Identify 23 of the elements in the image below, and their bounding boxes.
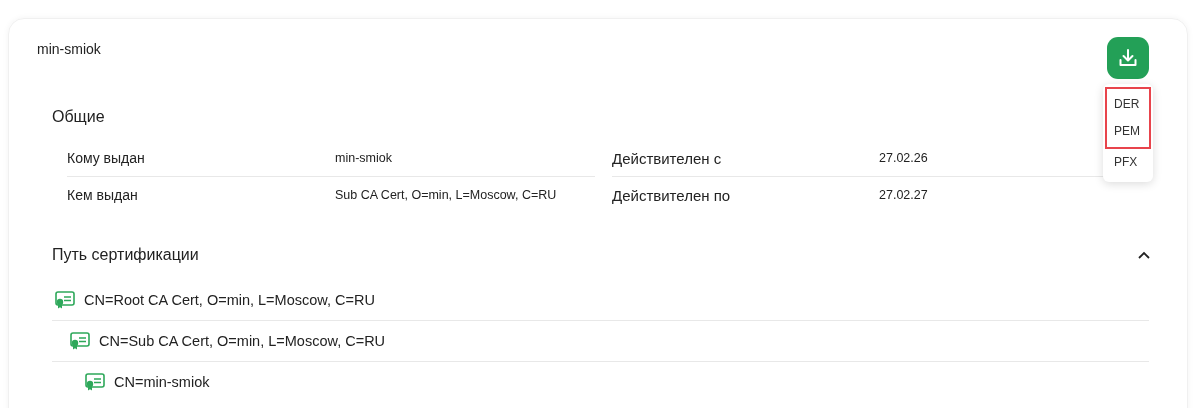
menu-item[interactable]: DER <box>1107 91 1149 118</box>
certificate-name[interactable]: CN=Root CA Cert, O=min, L=Moscow, C=RU <box>84 292 375 308</box>
field-value: 27.02.27 <box>879 188 928 202</box>
field-label: Действителен по <box>612 186 732 204</box>
field-value: min-smiok <box>335 151 392 165</box>
download-icon <box>1117 47 1139 69</box>
field-value: 27.02.26 <box>879 151 928 165</box>
field-value: Sub CA Cert, O=min, L=Moscow, C=RU <box>335 188 557 202</box>
menu-item[interactable]: PFX <box>1103 149 1153 176</box>
certificate-icon <box>69 331 91 351</box>
certificate-icon <box>84 372 106 392</box>
download-button[interactable] <box>1107 37 1149 79</box>
collapse-chevron-icon[interactable] <box>1137 250 1151 260</box>
section-title: Общие <box>52 108 105 126</box>
certificate-icon <box>54 290 76 310</box>
certificate-name[interactable]: CN=min-smiok <box>114 374 210 390</box>
section-title: Путь сертификации <box>52 246 199 264</box>
field-label: Кому выдан <box>67 150 146 166</box>
certificate-name[interactable]: CN=Sub CA Cert, O=min, L=Moscow, C=RU <box>99 333 386 349</box>
field-label: Действителен с <box>612 149 723 167</box>
menu-item[interactable]: PEM <box>1107 118 1149 145</box>
field-label: Кем выдан <box>67 187 139 203</box>
certificate-title: min-smiok <box>37 41 101 57</box>
